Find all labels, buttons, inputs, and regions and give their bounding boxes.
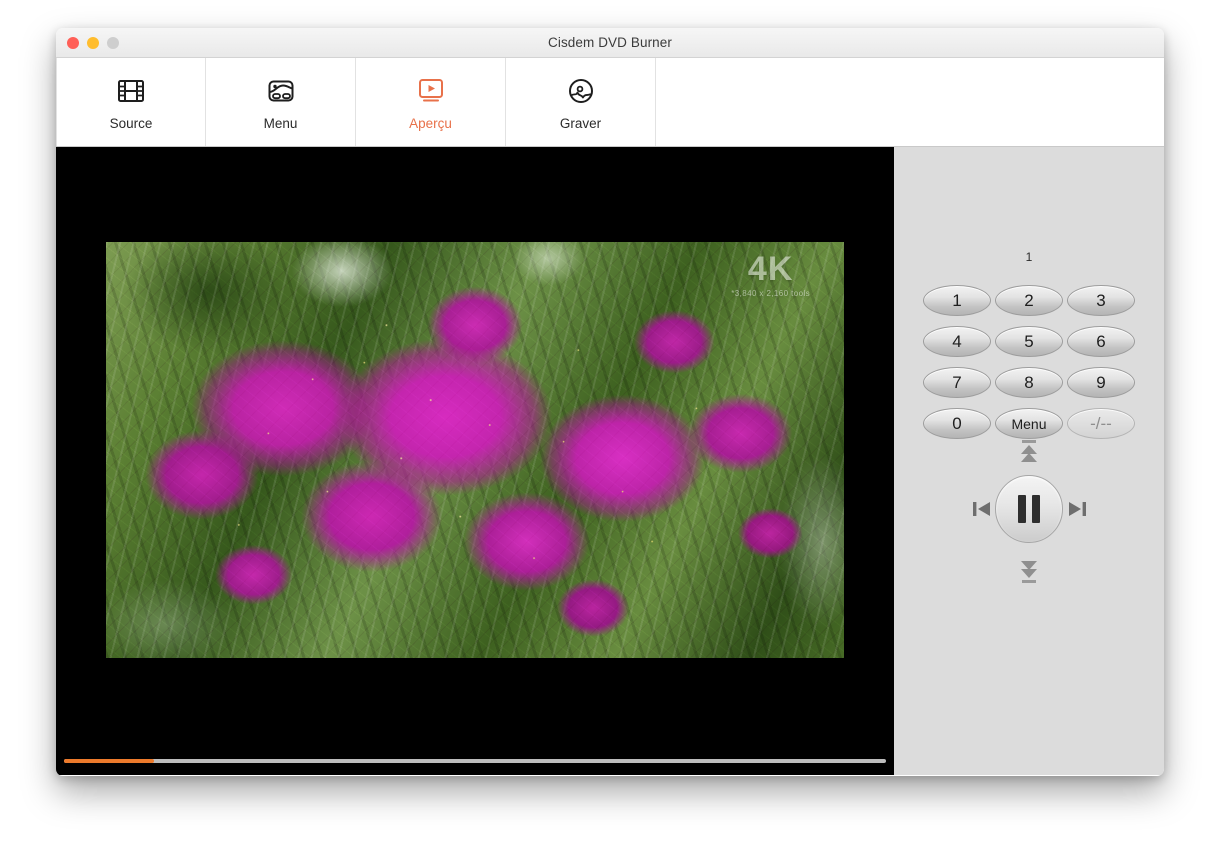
video-preview[interactable]: 4K *3,840 x 2,160 tools bbox=[106, 242, 844, 658]
toolbar-item-source[interactable]: Source bbox=[56, 58, 206, 146]
preview-play-icon bbox=[414, 73, 448, 109]
chapter-down-icon[interactable] bbox=[1007, 552, 1051, 586]
toolbar-item-graver[interactable]: Graver bbox=[506, 58, 656, 146]
video-pollen-specks bbox=[106, 242, 844, 658]
channel-readout: 1 bbox=[1025, 250, 1033, 264]
chapter-up-icon[interactable] bbox=[1007, 437, 1051, 471]
key-1[interactable]: 1 bbox=[923, 285, 991, 316]
pause-button[interactable] bbox=[995, 475, 1063, 543]
key-5[interactable]: 5 bbox=[995, 326, 1063, 357]
key-menu[interactable]: Menu bbox=[995, 408, 1063, 439]
key-4[interactable]: 4 bbox=[923, 326, 991, 357]
playback-progress-fill bbox=[64, 759, 155, 763]
key-8[interactable]: 8 bbox=[995, 367, 1063, 398]
key-6[interactable]: 6 bbox=[1067, 326, 1135, 357]
burn-disc-icon bbox=[565, 73, 597, 109]
key-dash[interactable]: -/-- bbox=[1067, 408, 1135, 439]
film-strip-icon bbox=[115, 73, 147, 109]
numeric-keypad: 1 2 3 4 5 6 7 8 9 0 Menu -/-- bbox=[923, 285, 1135, 439]
toolbar-item-apercu[interactable]: Aperçu bbox=[356, 58, 506, 146]
key-9[interactable]: 9 bbox=[1067, 367, 1135, 398]
content-area: 4K *3,840 x 2,160 tools 1 1 2 3 4 5 6 7 8 9 0 Menu… bbox=[56, 147, 1164, 775]
toolbar-item-menu[interactable]: Menu bbox=[206, 58, 356, 146]
app-window: Cisdem DVD Burner Source Menu Aperçu Gra… bbox=[56, 28, 1164, 776]
previous-track-icon[interactable] bbox=[966, 493, 998, 525]
screenshot-root: Cisdem DVD Burner Source Menu Aperçu Gra… bbox=[0, 0, 1220, 854]
pause-icon-bar-right bbox=[1032, 495, 1040, 523]
next-track-icon[interactable] bbox=[1061, 493, 1093, 525]
key-3[interactable]: 3 bbox=[1067, 285, 1135, 316]
key-7[interactable]: 7 bbox=[923, 367, 991, 398]
playback-progress-bar[interactable] bbox=[64, 759, 886, 763]
toolbar-label-apercu: Aperçu bbox=[409, 116, 452, 131]
preview-stage: 4K *3,840 x 2,160 tools bbox=[56, 147, 894, 775]
window-title: Cisdem DVD Burner bbox=[548, 35, 672, 50]
pause-icon-bar-left bbox=[1018, 495, 1026, 523]
toolbar-label-graver: Graver bbox=[559, 116, 602, 131]
toolbar-label-menu: Menu bbox=[263, 116, 298, 131]
transport-controls bbox=[939, 437, 1119, 587]
toolbar-empty-space bbox=[656, 58, 1164, 146]
key-2[interactable]: 2 bbox=[995, 285, 1063, 316]
key-0[interactable]: 0 bbox=[923, 408, 991, 439]
dvd-menu-icon bbox=[265, 73, 297, 109]
main-toolbar: Source Menu Aperçu Graver bbox=[56, 58, 1164, 147]
toolbar-label-source: Source bbox=[109, 116, 153, 131]
title-bar: Cisdem DVD Burner bbox=[56, 28, 1164, 58]
remote-control-panel: 1 1 2 3 4 5 6 7 8 9 0 Menu -/-- bbox=[894, 147, 1164, 775]
